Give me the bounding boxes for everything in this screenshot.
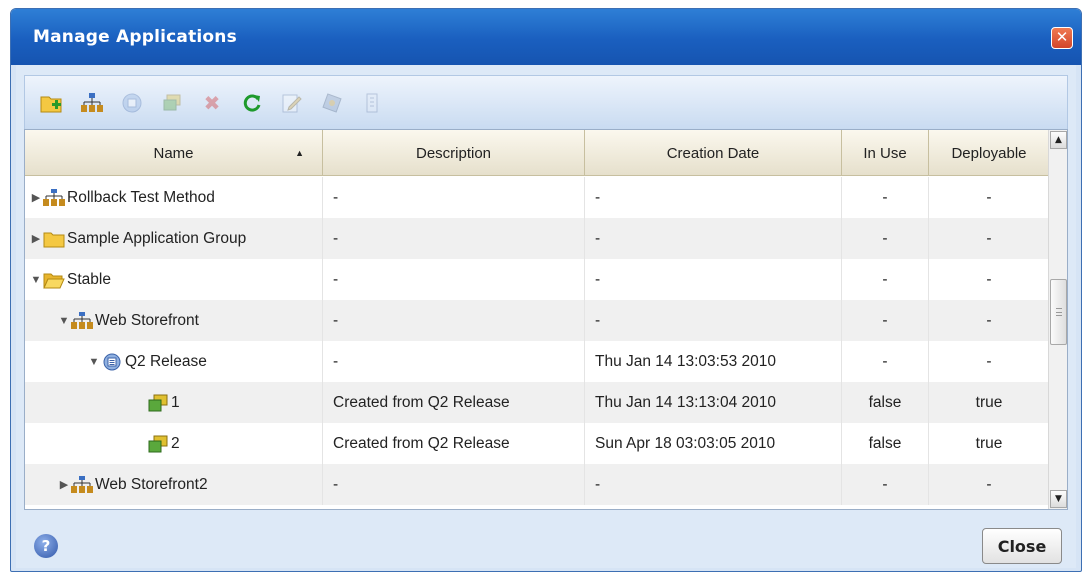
column-header-in-use[interactable]: In Use <box>842 130 929 176</box>
row-name: Web Storefront2 <box>95 475 208 493</box>
scroll-up-icon[interactable]: ▲ <box>1050 131 1067 149</box>
row-in-use: - <box>842 177 929 218</box>
row-in-use: - <box>842 464 929 505</box>
row-deployable: true <box>975 434 1003 452</box>
row-deployable: - <box>986 352 992 370</box>
row-creation-date: - <box>585 177 842 218</box>
title-bar[interactable]: Manage Applications ✕ <box>11 9 1081 65</box>
application-icon <box>43 188 65 206</box>
row-name: Web Storefront <box>95 311 199 329</box>
grip-icon <box>1056 308 1062 316</box>
delete-icon[interactable]: ✖ <box>199 90 225 116</box>
manage-applications-dialog: Manage Applications ✕ ✖ Name ▲ Descripti… <box>10 8 1082 572</box>
row-creation-date: Sun Apr 18 03:03:05 2010 <box>585 423 842 464</box>
row-deployable: - <box>986 475 992 493</box>
new-snapshot-icon[interactable] <box>159 90 185 116</box>
application-icon <box>71 475 93 493</box>
row-description: - <box>323 218 585 259</box>
row-name: Rollback Test Method <box>67 188 215 206</box>
edit-icon[interactable] <box>279 90 305 116</box>
grid-header: Name ▲ Description Creation Date In Use … <box>25 130 1049 176</box>
row-in-use: false <box>842 423 929 464</box>
column-header-deployable[interactable]: Deployable <box>929 130 1049 176</box>
toolbar: ✖ <box>24 75 1068 129</box>
new-release-icon[interactable] <box>119 90 145 116</box>
row-description: - <box>323 464 585 505</box>
row-creation-date: - <box>585 464 842 505</box>
row-in-use: - <box>842 300 929 341</box>
row-creation-date: - <box>585 259 842 300</box>
deploy-icon[interactable] <box>319 90 345 116</box>
row-creation-date: Thu Jan 14 13:03:53 2010 <box>585 341 842 382</box>
row-description: - <box>323 341 585 382</box>
row-deployable: - <box>986 188 992 206</box>
table-row[interactable]: ▼ Q2 Release - Thu Jan 14 13:03:53 2010 … <box>25 341 1049 382</box>
row-deployable: - <box>986 270 992 288</box>
export-icon[interactable] <box>359 90 385 116</box>
vertical-scrollbar[interactable]: ▲ ▼ <box>1048 130 1067 509</box>
row-description: Created from Q2 Release <box>323 423 585 464</box>
collapse-icon[interactable]: ▼ <box>29 274 43 286</box>
row-description: - <box>323 177 585 218</box>
column-header-creation-date[interactable]: Creation Date <box>585 130 842 176</box>
dialog-body: ✖ Name ▲ Description Creation Date In Us… <box>16 65 1076 568</box>
row-name: 1 <box>171 393 180 411</box>
row-deployable: true <box>975 393 1003 411</box>
expand-icon[interactable]: ▶ <box>29 232 43 245</box>
snapshot-icon <box>148 435 168 452</box>
applications-grid: Name ▲ Description Creation Date In Use … <box>24 129 1068 510</box>
row-description: - <box>323 300 585 341</box>
help-icon[interactable]: ? <box>34 534 58 558</box>
folder-icon <box>43 232 65 247</box>
close-icon[interactable]: ✕ <box>1051 27 1073 49</box>
row-in-use: - <box>842 341 929 382</box>
scrollbar-thumb[interactable] <box>1050 279 1067 345</box>
row-name: Stable <box>67 270 111 288</box>
sort-ascending-icon: ▲ <box>295 148 304 158</box>
expand-icon[interactable]: ▶ <box>29 191 43 204</box>
row-in-use: - <box>842 259 929 300</box>
table-row[interactable]: ▶ Sample Application Group - - - - <box>25 218 1049 259</box>
table-row[interactable]: 1 Created from Q2 Release Thu Jan 14 13:… <box>25 382 1049 423</box>
row-name: 2 <box>171 434 180 452</box>
row-creation-date: Thu Jan 14 13:13:04 2010 <box>585 382 842 423</box>
row-name: Q2 Release <box>125 352 207 370</box>
row-in-use: false <box>842 382 929 423</box>
dialog-title: Manage Applications <box>33 27 237 47</box>
row-deployable: - <box>986 229 992 247</box>
row-creation-date: - <box>585 300 842 341</box>
application-icon <box>71 311 93 329</box>
row-description: - <box>323 259 585 300</box>
collapse-icon[interactable]: ▼ <box>87 356 101 368</box>
row-name: Sample Application Group <box>67 229 247 247</box>
table-row[interactable]: ▼ Web Storefront - - - - <box>25 300 1049 341</box>
new-application-icon[interactable] <box>79 90 105 116</box>
row-in-use: - <box>842 218 929 259</box>
row-creation-date: - <box>585 218 842 259</box>
new-folder-icon[interactable] <box>39 90 65 116</box>
collapse-icon[interactable]: ▼ <box>57 315 71 327</box>
table-row[interactable]: ▼ Stable - - - - <box>25 259 1049 300</box>
grid-rows: ▶ Rollback Test Method - - - - ▶ Sample … <box>25 177 1049 505</box>
snapshot-icon <box>148 394 168 411</box>
column-header-name[interactable]: Name ▲ <box>25 130 323 176</box>
folder-open-icon <box>43 273 65 288</box>
refresh-icon[interactable] <box>239 90 265 116</box>
scroll-down-icon[interactable]: ▼ <box>1050 490 1067 508</box>
column-header-description[interactable]: Description <box>323 130 585 176</box>
table-row[interactable]: ▶ Rollback Test Method - - - - <box>25 177 1049 218</box>
table-row[interactable]: 2 Created from Q2 Release Sun Apr 18 03:… <box>25 423 1049 464</box>
table-row[interactable]: ▶ Web Storefront2 - - - - <box>25 464 1049 505</box>
release-icon <box>103 353 121 370</box>
row-deployable: - <box>986 311 992 329</box>
close-button[interactable]: Close <box>982 528 1062 564</box>
expand-icon[interactable]: ▶ <box>57 478 71 491</box>
row-description: Created from Q2 Release <box>323 382 585 423</box>
